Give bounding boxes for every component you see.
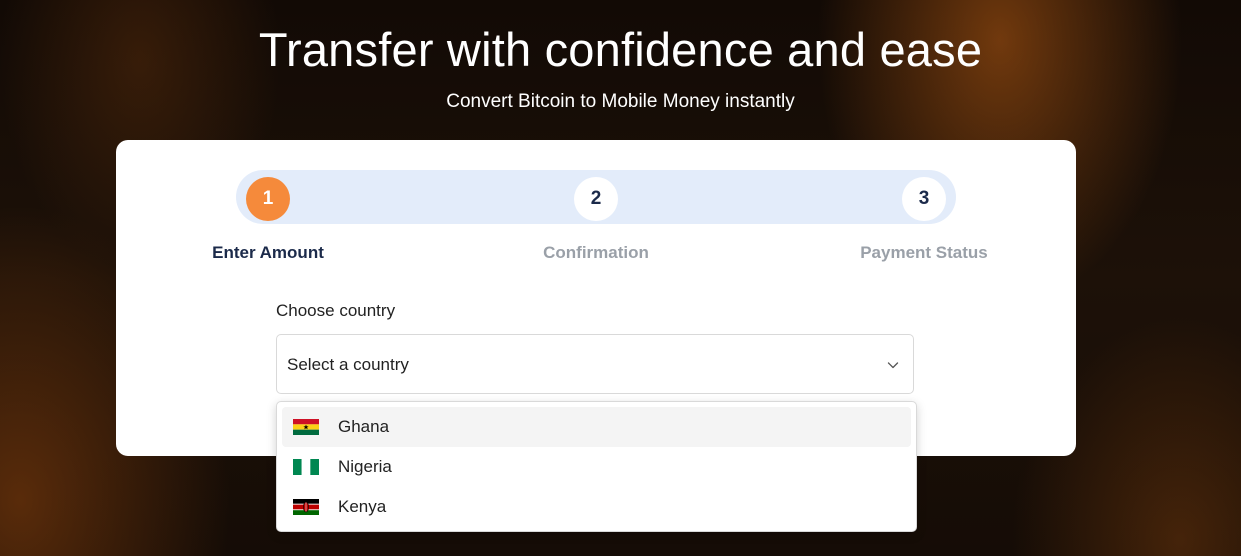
step-1-label: Enter Amount xyxy=(212,243,324,262)
step-3-label: Payment Status xyxy=(860,243,988,262)
country-select[interactable]: Select a country xyxy=(276,334,914,394)
country-option-nigeria[interactable]: Nigeria xyxy=(282,447,911,487)
ghana-flag-icon xyxy=(293,419,319,435)
page-subtitle: Convert Bitcoin to Mobile Money instantl… xyxy=(446,91,795,112)
country-field-label: Choose country xyxy=(276,301,396,320)
step-2-label: Confirmation xyxy=(543,243,649,262)
country-select-placeholder: Select a country xyxy=(287,355,409,374)
country-option-kenya[interactable]: Kenya xyxy=(282,487,911,527)
country-option-label: Ghana xyxy=(338,417,390,436)
page-title: Transfer with confidence and ease xyxy=(258,23,983,76)
country-dropdown: Ghana Nigeria Kenya xyxy=(276,401,917,532)
chevron-down-icon xyxy=(887,362,899,369)
step-1-indicator: 1 xyxy=(246,177,290,221)
step-3-indicator: 3 xyxy=(902,177,946,221)
step-2-indicator: 2 xyxy=(574,177,618,221)
country-option-label: Nigeria xyxy=(338,457,392,476)
country-option-label: Kenya xyxy=(338,497,387,516)
nigeria-flag-icon xyxy=(293,459,319,475)
country-option-ghana[interactable]: Ghana xyxy=(282,407,911,447)
kenya-flag-icon xyxy=(293,499,319,515)
